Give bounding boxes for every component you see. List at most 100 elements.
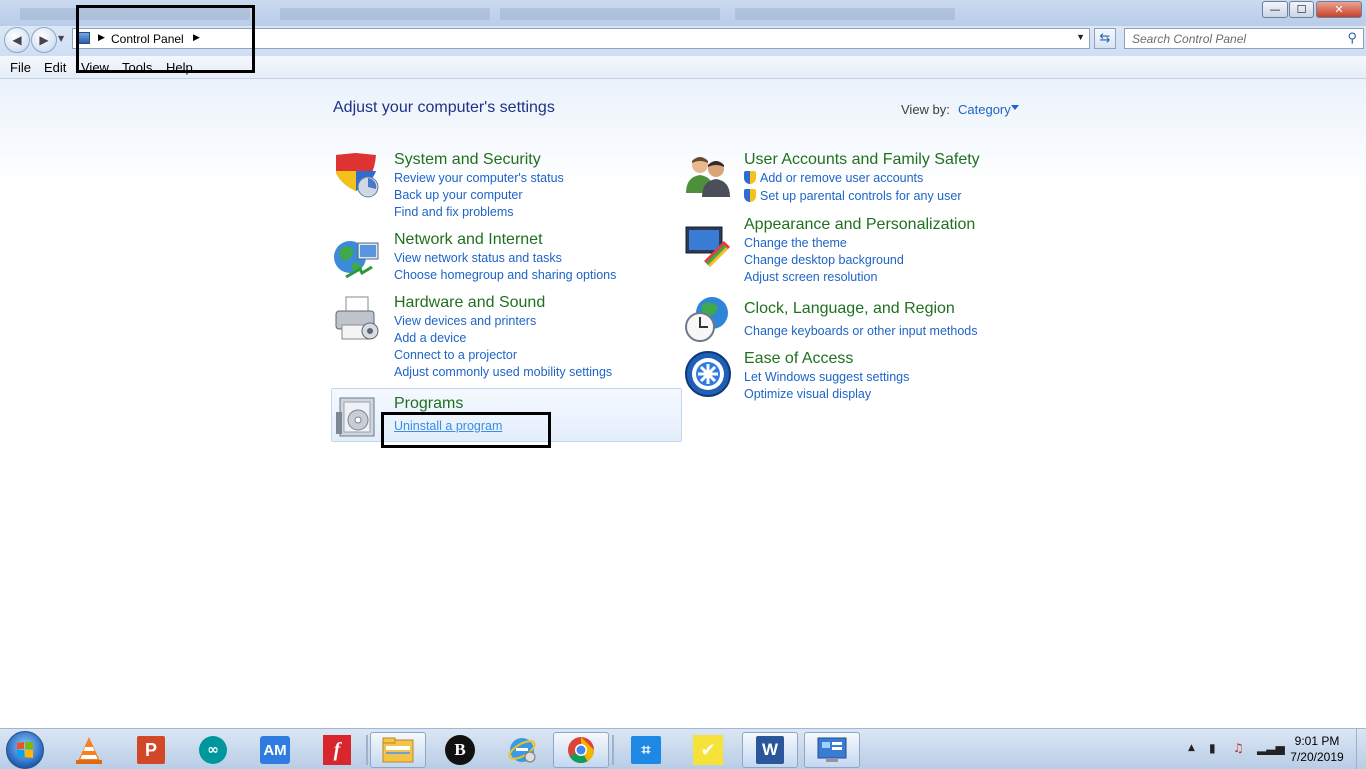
refresh-icon: ⇆ (1099, 31, 1111, 46)
background-window-tab (735, 8, 955, 20)
foxit-taskbar-button[interactable]: f (309, 732, 365, 768)
security-shield-icon[interactable] (332, 151, 380, 199)
chevron-down-icon[interactable] (1011, 105, 1019, 110)
control-panel-icon (817, 737, 847, 762)
link-keyboards-input[interactable]: Change keyboards or other input methods (744, 324, 977, 338)
show-hidden-icons-icon[interactable]: ▲ (1188, 743, 1195, 753)
link-connect-projector[interactable]: Connect to a projector (394, 348, 517, 362)
powerpoint-taskbar-button[interactable]: P (123, 732, 179, 768)
category-clock-region[interactable]: Clock, Language, and Region (744, 300, 955, 318)
background-window-tab (500, 8, 720, 20)
page-title: Adjust your computer's settings (333, 99, 555, 116)
chrome-taskbar-button[interactable] (553, 732, 609, 768)
category-user-accounts[interactable]: User Accounts and Family Safety (744, 151, 980, 169)
link-review-status[interactable]: Review your computer's status (394, 171, 564, 185)
uac-shield-icon (744, 189, 756, 202)
close-icon: ✕ (1334, 3, 1344, 16)
clock-time: 9:01 PM (1294, 734, 1340, 748)
foxit-icon: f (323, 735, 351, 765)
vlc-icon (76, 737, 102, 764)
am-taskbar-button[interactable]: AM (247, 732, 303, 768)
vlc-taskbar-button[interactable] (61, 732, 117, 768)
taskbar: P ∞ AM f B ⌗ ✔ W ▲ ▮ ♫ ▂▃▅ 9:01 PM 7/20/… (0, 728, 1366, 769)
powerpoint-icon: P (137, 736, 165, 764)
link-homegroup[interactable]: Choose homegroup and sharing options (394, 268, 616, 282)
start-button[interactable] (6, 731, 44, 769)
control-panel-taskbar-button[interactable] (804, 732, 860, 768)
forward-arrow-icon: ▶ (39, 33, 49, 47)
category-system-security[interactable]: System and Security (394, 151, 541, 169)
forward-button[interactable]: ▶ (31, 27, 57, 53)
link-change-theme[interactable]: Change the theme (744, 236, 847, 250)
back-button[interactable]: ◀ (4, 27, 30, 53)
foxit-label: f (333, 738, 341, 761)
refresh-button[interactable]: ⇆ (1094, 28, 1116, 49)
ie-taskbar-button[interactable] (494, 732, 550, 768)
appearance-monitor-icon[interactable] (684, 221, 732, 269)
ie-icon (508, 738, 536, 763)
view-by-label: View by: (901, 102, 950, 117)
file-explorer-icon (382, 737, 414, 763)
printer-icon[interactable] (332, 295, 380, 343)
category-ease-of-access[interactable]: Ease of Access (744, 350, 853, 368)
link-find-fix[interactable]: Find and fix problems (394, 205, 514, 219)
link-devices-printers[interactable]: View devices and printers (394, 314, 536, 328)
sticky-notes-taskbar-button[interactable]: ✔ (680, 732, 736, 768)
snip-icon: ⌗ (631, 736, 661, 764)
annotation-highlight-box (76, 5, 255, 73)
category-appearance[interactable]: Appearance and Personalization (744, 216, 975, 234)
programs-box-icon[interactable] (334, 392, 382, 440)
category-network-internet[interactable]: Network and Internet (394, 231, 543, 249)
maximize-button[interactable]: ☐ (1289, 1, 1314, 18)
back-arrow-icon: ◀ (12, 33, 22, 47)
b-label: B (454, 740, 466, 759)
show-desktop-button[interactable] (1356, 729, 1366, 769)
annotation-highlight-box (381, 412, 551, 448)
sticky-notes-icon: ✔ (693, 735, 723, 765)
menu-file[interactable]: File (10, 60, 31, 75)
link-parental-controls[interactable]: Set up parental controls for any user (760, 189, 962, 203)
address-history-dropdown-icon[interactable]: ▼ (1076, 32, 1085, 42)
users-icon[interactable] (684, 151, 732, 199)
windows-logo-icon (17, 742, 33, 758)
close-button[interactable]: ✕ (1316, 1, 1362, 18)
link-back-up[interactable]: Back up your computer (394, 188, 523, 202)
file-explorer-taskbar-button[interactable] (370, 732, 426, 768)
maximize-icon: ☐ (1296, 3, 1307, 16)
link-network-status[interactable]: View network status and tasks (394, 251, 562, 265)
word-icon: W (756, 736, 784, 764)
minimize-button[interactable]: — (1262, 1, 1288, 18)
search-input[interactable]: Search Control Panel ⚲ (1124, 28, 1364, 49)
word-label: W (761, 740, 779, 759)
arduino-icon: ∞ (199, 736, 227, 764)
clock-date: 7/20/2019 (1290, 750, 1344, 764)
recent-pages-dropdown[interactable]: ▼ (58, 34, 64, 43)
search-icon[interactable]: ⚲ (1347, 30, 1357, 46)
link-optimize-display[interactable]: Optimize visual display (744, 387, 871, 401)
category-hardware-sound[interactable]: Hardware and Sound (394, 294, 545, 312)
powerpoint-label: P (144, 739, 157, 760)
snipping-taskbar-button[interactable]: ⌗ (618, 732, 674, 768)
network-globe-icon[interactable] (332, 233, 380, 281)
category-programs[interactable]: Programs (394, 395, 463, 413)
link-add-device[interactable]: Add a device (394, 331, 466, 345)
b-app-taskbar-button[interactable]: B (432, 732, 488, 768)
arduino-taskbar-button[interactable]: ∞ (185, 732, 241, 768)
network-signal-icon[interactable]: ▂▃▅ (1257, 741, 1285, 755)
ease-of-access-icon[interactable] (684, 350, 732, 398)
volume-muted-icon[interactable]: ♫ (1233, 741, 1244, 755)
word-taskbar-button[interactable]: W (742, 732, 798, 768)
clock-globe-icon[interactable] (684, 295, 732, 343)
system-clock[interactable]: 9:01 PM 7/20/2019 (1282, 733, 1352, 765)
link-screen-resolution[interactable]: Adjust screen resolution (744, 270, 877, 284)
link-desktop-background[interactable]: Change desktop background (744, 253, 904, 267)
taskbar-separator (366, 735, 368, 765)
am-label: AM (263, 741, 287, 759)
view-by-dropdown[interactable]: Category (958, 102, 1011, 117)
link-suggest-settings[interactable]: Let Windows suggest settings (744, 370, 909, 384)
battery-icon[interactable]: ▮ (1209, 741, 1216, 755)
search-placeholder: Search Control Panel (1132, 32, 1247, 46)
link-mobility-settings[interactable]: Adjust commonly used mobility settings (394, 365, 612, 379)
link-add-remove-accounts[interactable]: Add or remove user accounts (760, 171, 923, 185)
menu-edit[interactable]: Edit (44, 60, 66, 75)
